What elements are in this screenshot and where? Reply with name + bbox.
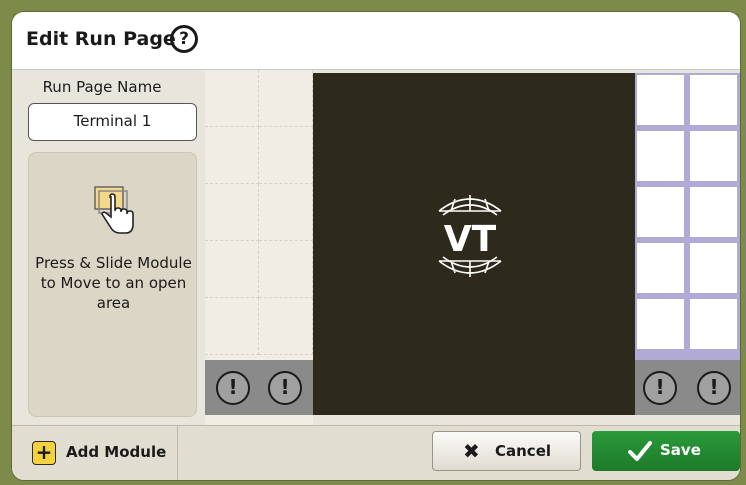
exclamation-circle-icon: ! [268,371,302,405]
cancel-label: Cancel [495,442,552,460]
empty-grid-cell[interactable] [205,127,259,184]
module-grid-left: ! ! [205,70,313,425]
help-icon[interactable]: ? [170,25,198,53]
empty-grid-cell[interactable] [259,70,313,127]
module-slot[interactable] [637,299,684,349]
exclamation-circle-icon: ! [697,371,731,405]
checkmark-icon [628,441,652,461]
add-module-button[interactable]: + Add Module [12,426,178,480]
exclamation-circle-icon: ! [643,371,677,405]
module-grid-right: ! ! [635,73,740,415]
add-module-label: Add Module [66,443,167,461]
empty-grid-cell[interactable] [259,127,313,184]
footer-bar: + Add Module ✖ Cancel Save [12,425,740,480]
exclamation-circle-icon: ! [216,371,250,405]
left-panel: Run Page Name Terminal 1 Press & Slide M… [12,70,205,425]
empty-grid-cell[interactable] [259,241,313,298]
cancel-button[interactable]: ✖ Cancel [432,431,581,471]
empty-grid-cell[interactable] [259,184,313,241]
module-slot[interactable] [637,75,684,125]
module-slot[interactable] [690,131,737,181]
title-bar: Edit Run Page ? [12,12,740,70]
module-slot[interactable] [690,187,737,237]
empty-grid-cell[interactable] [205,70,259,127]
save-label: Save [660,441,701,459]
module-slot[interactable] [637,243,684,293]
empty-grid-cell[interactable] [259,298,313,355]
run-page-name-label: Run Page Name [42,78,162,96]
module-slot[interactable] [637,131,684,181]
plus-icon: + [32,441,56,465]
run-page-name-field[interactable]: Terminal 1 [28,103,197,141]
vt-logo-text: VT [444,219,497,260]
editor-body: Run Page Name Terminal 1 Press & Slide M… [12,70,740,425]
module-slot[interactable] [690,299,737,349]
module-slot[interactable] [690,75,737,125]
alert-module-bar-right[interactable]: ! ! [635,360,740,415]
vt-globe-logo-icon: VT [438,195,502,277]
edit-run-page-dialog: Edit Run Page ? Run Page Name Terminal 1… [12,12,740,480]
save-button[interactable]: Save [592,431,740,471]
x-icon: ✖ [463,439,480,463]
dialog-title: Edit Run Page [26,28,176,50]
hint-text: Press & Slide Module to Move to an open … [35,254,192,312]
vt-module[interactable]: VT [313,73,635,415]
module-slot[interactable] [690,243,737,293]
empty-grid-cell[interactable] [205,184,259,241]
hint-panel: Press & Slide Module to Move to an open … [28,152,197,417]
alert-module-bar-left[interactable]: ! ! [205,360,313,415]
module-slot[interactable] [637,187,684,237]
empty-grid-cell[interactable] [205,241,259,298]
press-slide-hand-icon [94,186,134,234]
empty-grid-cell[interactable] [205,298,259,355]
